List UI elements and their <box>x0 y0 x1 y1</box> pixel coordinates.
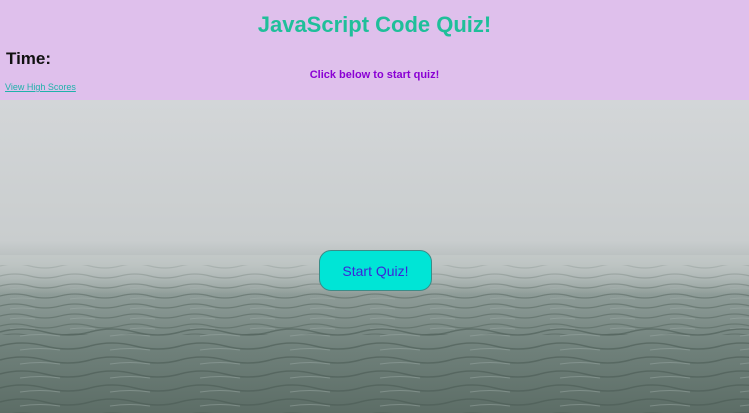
start-quiz-button[interactable]: Start Quiz! <box>319 250 432 291</box>
page-title: JavaScript Code Quiz! <box>257 12 492 37</box>
header: JavaScript Code Quiz! Time: Click below … <box>0 0 749 100</box>
start-instruction: Click below to start quiz! <box>309 69 440 81</box>
view-high-scores-link[interactable]: View High Scores <box>5 81 76 93</box>
timer-label: Time: <box>6 49 52 68</box>
